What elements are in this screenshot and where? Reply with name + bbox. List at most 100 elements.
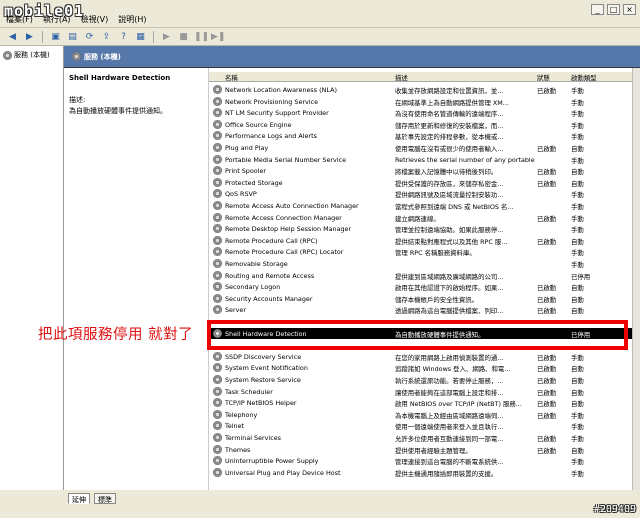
view-icon[interactable]: ▦ <box>134 31 147 43</box>
menu-bar: mobile01 檔案(F) 執行(A) 檢視(V) 說明(H) _ □ × <box>0 0 640 28</box>
forward-icon[interactable]: ▶ <box>23 31 36 43</box>
service-name: TCP/IP NetBIOS Helper <box>225 399 297 408</box>
service-startup-type: 手動 <box>571 411 584 420</box>
export-icon[interactable]: ⇪ <box>100 31 113 43</box>
service-description: 執行系統還原功能。若要停止服務，... <box>395 377 504 385</box>
menu-action[interactable]: 執行(A) <box>43 14 71 25</box>
service-name: Secondary Logon <box>225 283 281 292</box>
description-label: 描述: <box>69 96 86 104</box>
column-header-startup-type[interactable]: 啟動類型 <box>571 73 640 82</box>
services-gear-icon <box>3 50 12 60</box>
service-startup-type: 自動 <box>571 446 584 455</box>
table-row[interactable]: System Event Notification 追蹤諸如 Windows 登入… <box>209 362 640 374</box>
service-startup-type: 手動 <box>571 249 584 258</box>
column-header-description[interactable]: 描述 <box>395 73 535 82</box>
table-row[interactable]: SSDP Discovery Service 在您的家用網路上啟用偵測裝置的通..… <box>209 351 640 363</box>
help-icon[interactable]: ? <box>117 31 130 43</box>
minimize-icon[interactable]: _ <box>591 4 604 15</box>
refresh-icon[interactable]: ⟳ <box>83 31 96 43</box>
table-row[interactable]: Remote Desktop Help Session Manager 管理並控制… <box>209 223 640 235</box>
view-tabs: 延伸 標準 <box>64 490 640 518</box>
table-row[interactable]: Routing and Remote Access 提供建到區域網路及廣域網路的公… <box>209 270 640 282</box>
table-row[interactable]: Network Location Awareness (NLA) 收集並存放網路設… <box>209 84 640 96</box>
service-name: Removable Storage <box>225 260 288 268</box>
table-row[interactable]: Portable Media Serial Number Service Retr… <box>209 154 640 166</box>
service-name: Server <box>225 306 246 315</box>
service-description: 使用一個遠端使用者來登入並且執行... <box>395 423 504 432</box>
tree-node-services-local[interactable]: 服務 (本機) <box>3 50 50 60</box>
table-row[interactable]: Secondary Logon 啟用在其他認證下的啟始程序。如果... 已啟動 自動 <box>209 281 640 293</box>
service-name: NT LM Security Support Provider <box>225 109 329 118</box>
table-row[interactable]: Themes 提供使用者經驗主題管理。 已啟動 自動 <box>209 444 640 456</box>
service-description: 為本機電腦上及經由區域網路遠端伺... <box>395 411 504 420</box>
table-row[interactable]: Telephony 為本機電腦上及經由區域網路遠端伺... 已啟動 手動 <box>209 409 640 421</box>
table-row[interactable]: Server 透過網路為這台電腦提供檔案、列印... 已啟動 自動 <box>209 304 640 316</box>
properties-icon[interactable]: ▤ <box>66 31 79 43</box>
service-gear-icon <box>213 212 222 222</box>
restart-service-icon[interactable]: ▶❚ <box>211 31 225 43</box>
description-panel: Shell Hardware Detection 描述: 為自動播放硬體事件提供… <box>64 68 208 490</box>
service-name: Telnet <box>225 422 245 431</box>
back-icon[interactable]: ◀ <box>6 31 19 43</box>
service-startup-type: 手動 <box>571 214 584 223</box>
table-row[interactable]: Uninterruptible Power Supply 管理連接到這台電腦的不斷… <box>209 455 640 467</box>
service-name: Remote Procedure Call (RPC) <box>225 236 318 245</box>
table-row[interactable]: Remote Access Auto Connection Manager 當程式… <box>209 200 640 212</box>
service-gear-icon <box>213 143 222 152</box>
annotation-text: 把此項服務停用 就對了 <box>38 327 194 343</box>
service-name: Routing and Remote Access <box>225 271 315 280</box>
table-row[interactable]: Security Accounts Manager 儲存本機帳戶的安全性資訊。 已啟… <box>209 293 640 305</box>
service-name: Remote Access Connection Manager <box>225 213 342 222</box>
service-description: 管理 RPC 名稱服務資料庫。 <box>395 249 476 258</box>
service-name: Plug and Play <box>225 144 269 152</box>
tab-extended[interactable]: 延伸 <box>68 493 90 504</box>
service-name: Performance Logs and Alerts <box>225 132 317 141</box>
table-row[interactable]: Protected Storage 提供受保護的存放區，來儲存私密金... 已啟動 自… <box>209 177 640 189</box>
start-service-icon[interactable]: ▶ <box>160 31 173 43</box>
table-row[interactable]: Remote Procedure Call (RPC) Locator 管理 RP… <box>209 246 640 258</box>
table-row[interactable]: Network Provisioning Service 在網域基準上為自動網路提… <box>209 96 640 108</box>
close-icon[interactable]: × <box>623 4 636 15</box>
table-row[interactable]: QoS RSVP 提供網路訊號及區域流量控制安裝功... 手動 <box>209 188 640 200</box>
service-status: 已啟動 <box>537 168 557 177</box>
service-description: 透過網路為這台電腦提供檔案、列印... <box>395 307 504 316</box>
table-row[interactable]: Task Scheduler 讓使用者能夠在這部電腦上設定和排... 已啟動 自動 <box>209 386 640 398</box>
service-name: Network Location Awareness (NLA) <box>225 86 337 94</box>
service-gear-icon <box>213 259 222 268</box>
table-row[interactable] <box>209 478 640 490</box>
table-row[interactable]: Plug and Play 使用電腦在沒有或很少的使用者輸入... 已啟動 自動 <box>209 142 640 154</box>
service-name: System Event Notification <box>225 364 308 373</box>
service-startup-type: 手動 <box>571 110 584 119</box>
service-description: 管理並控制遠端協助。如果此服務停... <box>395 226 504 235</box>
table-row[interactable]: Telnet 使用一個遠端使用者來登入並且執行... 手動 <box>209 420 640 432</box>
table-row[interactable]: Removable Storage 手動 <box>209 258 640 270</box>
menu-file[interactable]: 檔案(F) <box>6 14 33 25</box>
service-gear-icon <box>213 108 222 118</box>
service-status: 已啟動 <box>537 145 557 153</box>
maximize-icon[interactable]: □ <box>607 4 620 15</box>
pause-service-icon[interactable]: ❚❚ <box>194 31 209 43</box>
table-row[interactable]: Performance Logs and Alerts 基於事先設定的排程參數，從… <box>209 130 640 142</box>
column-header-status[interactable]: 狀態 <box>537 73 571 82</box>
stop-service-icon[interactable]: ■ <box>177 31 190 43</box>
table-row[interactable]: Office Source Engine 儲存用於更新和修復的安裝檔案，而... 手… <box>209 119 640 131</box>
service-description: 在您的家用網路上啟用偵測裝置的通... <box>395 353 504 362</box>
table-row[interactable]: Universal Plug and Play Device Host 提供主機通… <box>209 467 640 479</box>
table-row[interactable]: Print Spooler 將檔案載入記憶體中以待稍後列印。 已啟動 自動 <box>209 165 640 177</box>
tab-standard[interactable]: 標準 <box>94 493 116 504</box>
console-tree-icon[interactable]: ▣ <box>49 31 62 43</box>
table-row[interactable]: TCP/IP NetBIOS Helper 啟用 NetBIOS over TCP… <box>209 397 640 409</box>
service-gear-icon <box>213 456 222 466</box>
table-row[interactable]: Terminal Services 允許多位使用者互動連接到同一部電... 已啟動 手… <box>209 432 640 444</box>
menu-view[interactable]: 檢視(V) <box>81 14 109 25</box>
table-row[interactable]: Remote Procedure Call (RPC) 提供結束點對應程式以及其他… <box>209 235 640 247</box>
column-header-name[interactable]: 名稱 <box>225 73 395 82</box>
menu-help[interactable]: 說明(H) <box>118 14 146 25</box>
table-row[interactable]: System Restore Service 執行系統還原功能。若要停止服務，..… <box>209 374 640 386</box>
table-row[interactable]: Remote Access Connection Manager 建立網路連線。 已… <box>209 212 640 224</box>
vertical-scrollbar[interactable] <box>632 68 640 490</box>
services-header: 服務 (本機) <box>64 46 640 68</box>
service-startup-type: 手動 <box>571 435 584 443</box>
table-row[interactable]: NT LM Security Support Provider 為沒有使用命名管道… <box>209 107 640 119</box>
service-gear-icon <box>213 154 222 164</box>
